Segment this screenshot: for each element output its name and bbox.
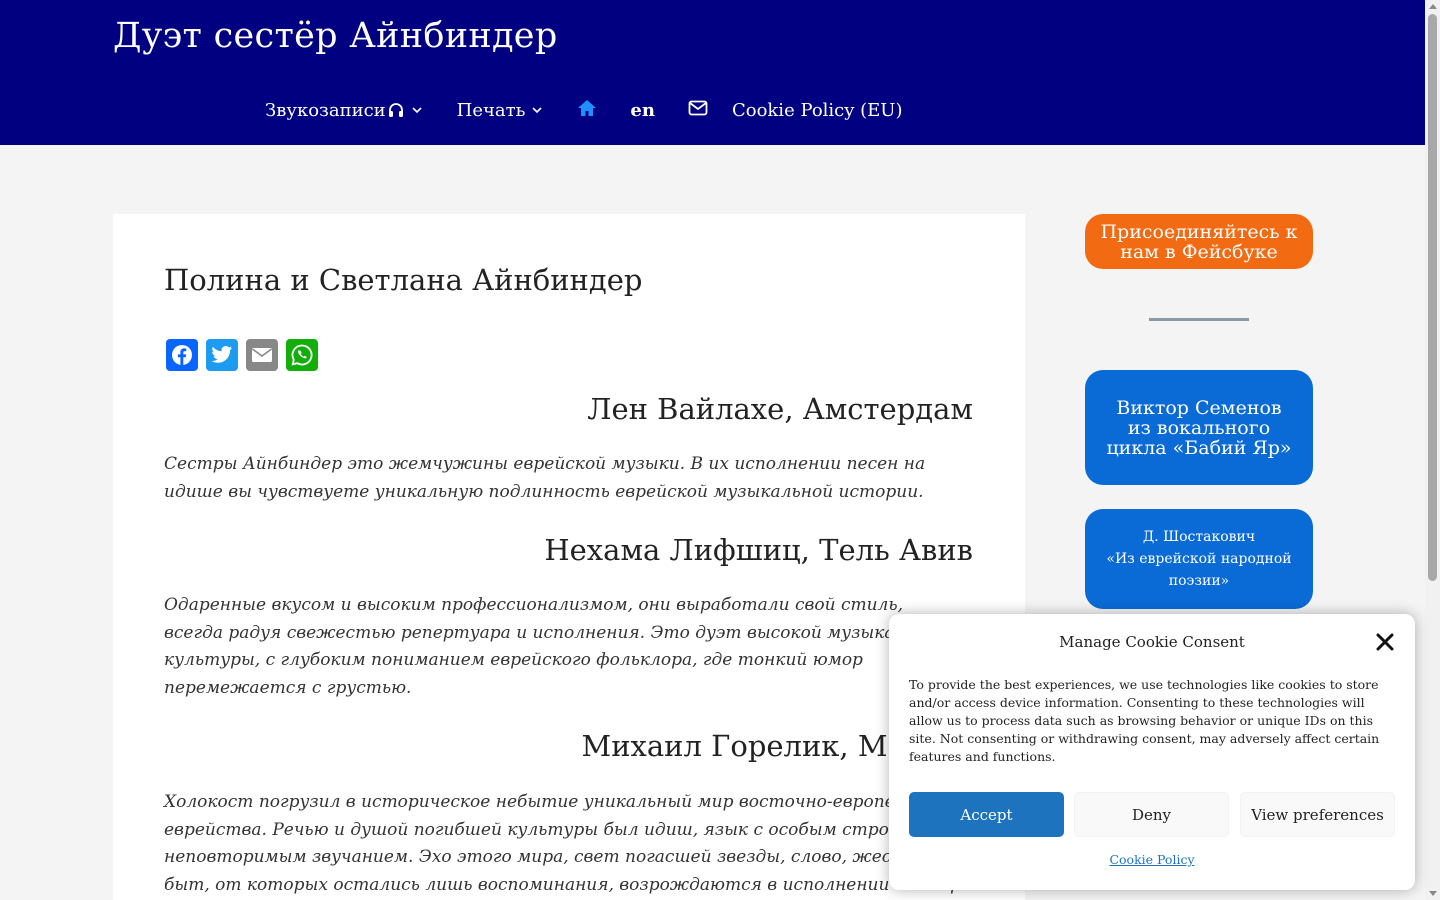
review-text-1: Сестры Айнбиндер это жемчужины еврейской… [164, 454, 926, 502]
review-author-2: Нехама Лифшиц, Тель Авив [544, 533, 973, 567]
nav-item-cookie-policy-label: Cookie Policy (EU) [731, 99, 903, 121]
nav-item-home[interactable] [577, 99, 597, 122]
facebook-icon [172, 345, 192, 365]
site-header: Дуэт сестёр Айнбиндер Звукозаписи Печать… [0, 0, 1425, 145]
cookie-dialog-title: Manage Cookie Consent [1059, 633, 1245, 651]
nav-item-cookie-policy[interactable]: Cookie Policy (EU) [732, 100, 903, 121]
review-text-3: Холокост погрузил в историческое небытие… [164, 792, 962, 895]
scroll-up-arrow-icon[interactable] [1429, 4, 1437, 9]
victor-semenov-button[interactable]: Виктор Семенов из вокального цикла «Баби… [1085, 370, 1313, 485]
cookie-policy-link[interactable]: Cookie Policy [889, 852, 1415, 867]
shostakovich-line-1: Д. Шостакович [1142, 529, 1256, 545]
accept-button[interactable]: Accept [909, 792, 1064, 837]
nav-item-language[interactable]: en [630, 100, 655, 121]
scroll-down-arrow-icon[interactable] [1429, 891, 1437, 896]
twitter-icon [211, 346, 233, 363]
shostakovich-button[interactable]: Д. Шостакович «Из еврейской народной поэ… [1085, 509, 1313, 609]
site-title[interactable]: Дуэт сестёр Айнбиндер [113, 16, 558, 56]
cookie-consent-dialog: Manage Cookie Consent To provide the bes… [889, 614, 1415, 890]
home-icon [577, 99, 597, 122]
twitter-share-button[interactable] [206, 339, 238, 371]
page-title: Полина и Светлана Айнбиндер [164, 263, 643, 297]
email-share-button[interactable] [246, 339, 278, 371]
nav-item-language-label: en [630, 99, 655, 121]
chevron-down-icon [531, 104, 543, 116]
whatsapp-icon [291, 344, 313, 366]
sidebar-divider [1149, 318, 1249, 321]
scrollbar-thumb[interactable] [1428, 14, 1437, 581]
page-scrollbar[interactable] [1425, 0, 1440, 900]
view-preferences-button[interactable]: View preferences [1240, 792, 1395, 837]
main-nav: Звукозаписи Печать en Cookie Policy (EU) [265, 97, 903, 123]
nav-item-contact[interactable] [688, 100, 708, 121]
review-author-1: Лен Вайлахе, Амстердам [587, 392, 973, 426]
nav-item-recordings[interactable]: Звукозаписи [265, 100, 423, 121]
facebook-join-button[interactable]: Присоединяйтесь к нам в Фейсбуке [1085, 214, 1313, 269]
envelope-icon [688, 100, 708, 121]
deny-button[interactable]: Deny [1074, 792, 1229, 837]
facebook-share-button[interactable] [166, 339, 198, 371]
nav-item-print-label: Печать [456, 99, 526, 121]
close-icon[interactable] [1376, 633, 1394, 651]
nav-item-print[interactable]: Печать [457, 100, 544, 121]
cookie-dialog-text: To provide the best experiences, we use … [909, 677, 1380, 764]
headphones-icon [387, 101, 405, 119]
whatsapp-share-button[interactable] [286, 339, 318, 371]
share-buttons [166, 339, 318, 371]
email-icon [252, 348, 272, 362]
shostakovich-line-2: «Из еврейской народной поэзии» [1106, 551, 1292, 589]
review-text-2: Одаренные вкусом и высоким профессионали… [164, 595, 947, 698]
chevron-down-icon [411, 104, 423, 116]
nav-item-recordings-label: Звукозаписи [265, 99, 386, 121]
